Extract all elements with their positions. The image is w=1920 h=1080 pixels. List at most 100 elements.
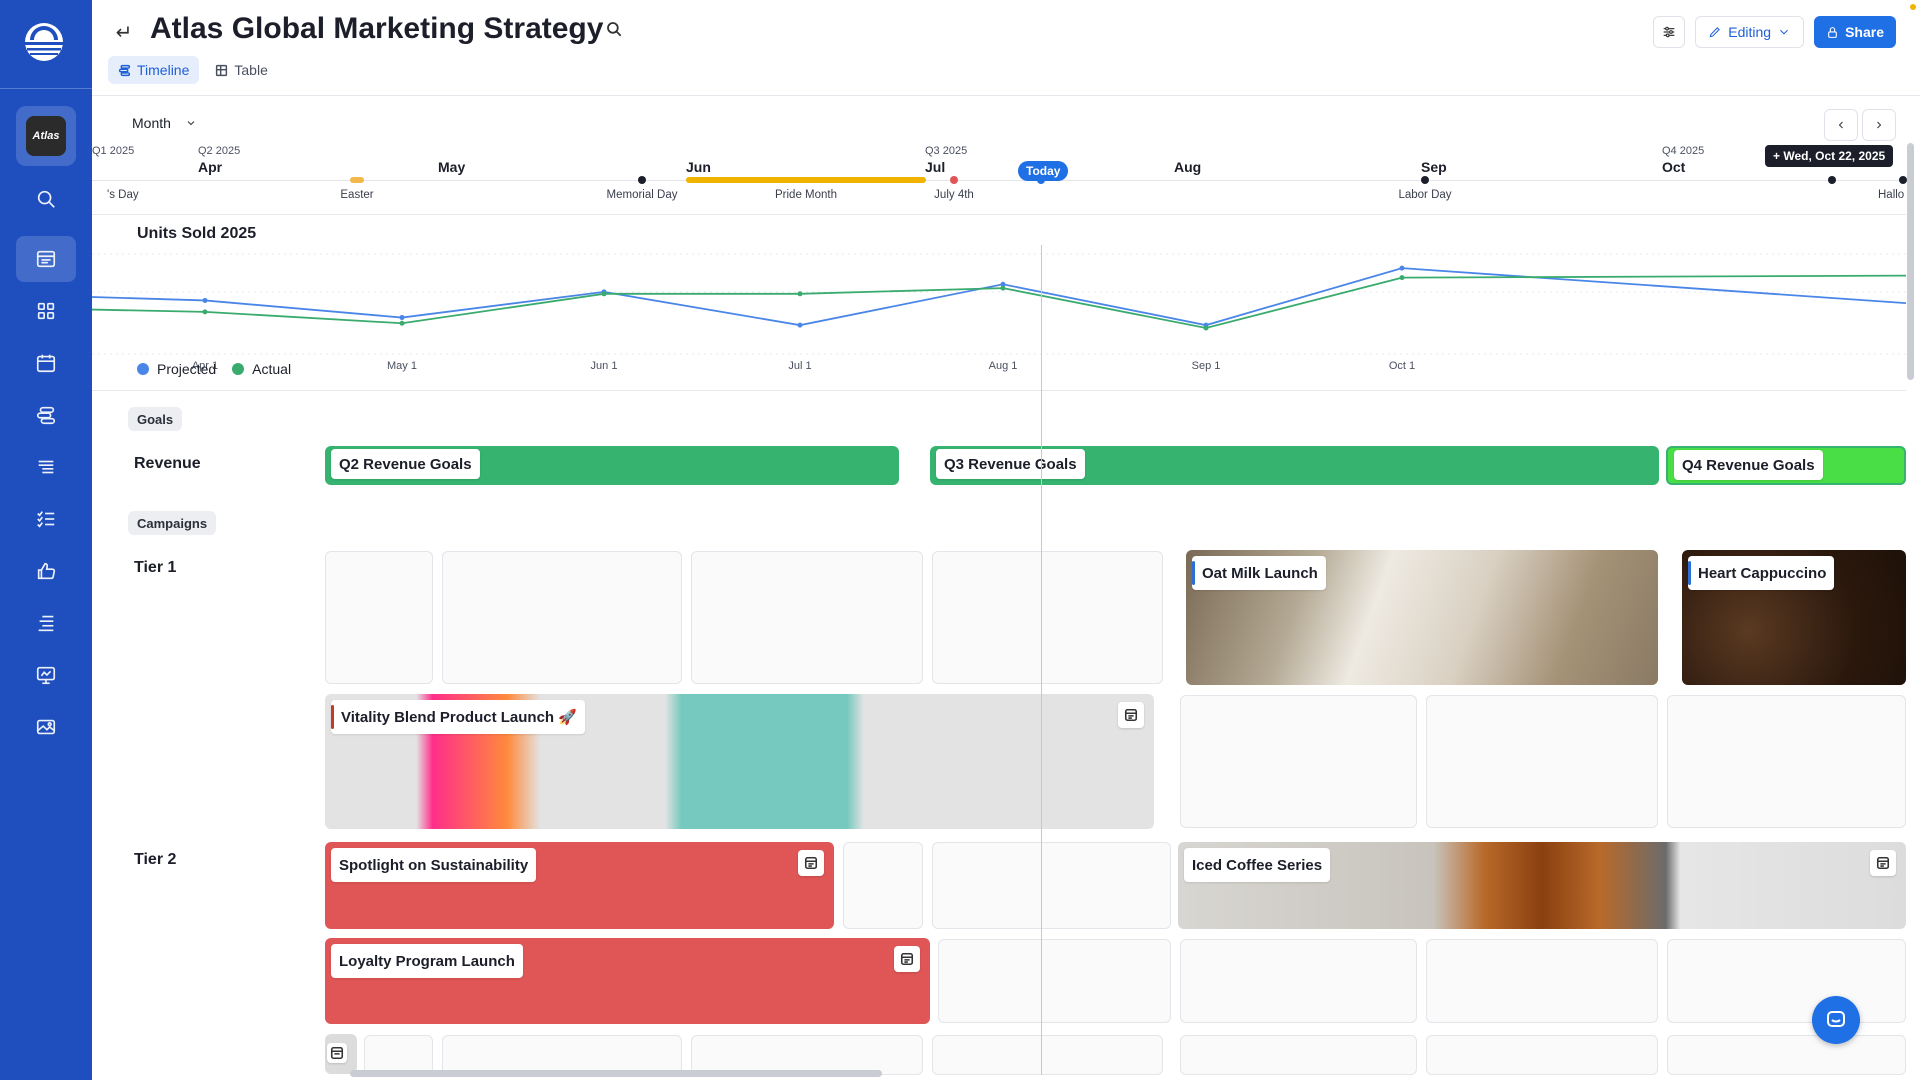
campaign-card[interactable]: Oat Milk Launch bbox=[1186, 550, 1658, 685]
chevron-down-icon bbox=[1780, 29, 1788, 35]
empty-slot[interactable] bbox=[1180, 1035, 1417, 1075]
month-label: Aug bbox=[1174, 159, 1202, 175]
card-details-icon[interactable] bbox=[1870, 850, 1896, 876]
pride-month-event-bar[interactable] bbox=[686, 177, 926, 183]
data-point-actual[interactable] bbox=[601, 291, 607, 297]
list-nav-icon[interactable] bbox=[16, 444, 76, 490]
campaign-card[interactable]: Iced Coffee Series bbox=[1178, 842, 1906, 929]
month-label: Sep bbox=[1421, 159, 1447, 175]
empty-slot[interactable] bbox=[1426, 939, 1658, 1023]
goal-bar[interactable]: Q4 Revenue Goals bbox=[1666, 446, 1906, 485]
tab-table-label: Table bbox=[234, 62, 268, 78]
empty-slot[interactable] bbox=[932, 551, 1163, 684]
today-marker[interactable]: Today bbox=[1018, 161, 1069, 181]
halloween-dot[interactable] bbox=[1899, 176, 1907, 184]
labor-day-dot[interactable] bbox=[1421, 176, 1429, 184]
data-point-actual[interactable] bbox=[399, 320, 405, 326]
memorial-day-dot[interactable] bbox=[638, 176, 646, 184]
legend-swatch bbox=[232, 363, 245, 375]
gallery-nav-icon[interactable] bbox=[16, 704, 76, 750]
card-details-icon[interactable] bbox=[1118, 702, 1144, 728]
zoom-dropdown[interactable]: Month bbox=[132, 115, 197, 131]
month-label: Oct bbox=[1662, 159, 1686, 175]
campaign-card[interactable]: Spotlight on Sustainability bbox=[325, 842, 834, 929]
event-label: Pride Month bbox=[774, 189, 838, 201]
empty-slot[interactable] bbox=[1667, 695, 1906, 828]
empty-slot[interactable] bbox=[932, 842, 1171, 929]
empty-slot[interactable] bbox=[1667, 939, 1906, 1023]
empty-slot[interactable] bbox=[1426, 695, 1658, 828]
today-line bbox=[1041, 245, 1042, 1075]
empty-slot[interactable] bbox=[1426, 1035, 1658, 1075]
support-chat-button[interactable] bbox=[1812, 996, 1860, 1044]
next-period-button[interactable] bbox=[1862, 109, 1896, 141]
goal-bar[interactable]: Q3 Revenue Goals bbox=[930, 446, 1659, 485]
data-point-actual[interactable] bbox=[797, 291, 803, 297]
empty-slot[interactable] bbox=[1180, 939, 1417, 1023]
row-label-tier-2: Tier 2 bbox=[134, 851, 177, 868]
data-point-projected[interactable] bbox=[1399, 265, 1405, 271]
empty-slot[interactable] bbox=[938, 939, 1171, 1023]
empty-slot[interactable] bbox=[325, 551, 433, 684]
calendar-nav-icon[interactable] bbox=[16, 340, 76, 386]
campaign-card[interactable]: Loyalty Program Launch bbox=[325, 938, 930, 1024]
zoom-label: Month bbox=[132, 115, 171, 131]
app-logo[interactable] bbox=[22, 20, 66, 64]
title-search-icon[interactable] bbox=[605, 20, 627, 42]
align-nav-icon[interactable] bbox=[16, 600, 76, 646]
search-nav-icon[interactable] bbox=[16, 176, 76, 222]
campaign-title: Vitality Blend Product Launch 🚀 bbox=[331, 700, 585, 734]
chart-divider bbox=[92, 390, 1906, 391]
empty-slot[interactable] bbox=[691, 551, 923, 684]
empty-slot[interactable] bbox=[1667, 1035, 1906, 1075]
vertical-scrollbar[interactable] bbox=[1907, 143, 1914, 380]
empty-slot[interactable] bbox=[442, 1035, 682, 1075]
quarter-label: Q3 2025 bbox=[925, 145, 968, 157]
editing-mode-dropdown[interactable]: Editing bbox=[1695, 16, 1805, 48]
presentation-nav-icon[interactable] bbox=[16, 652, 76, 698]
empty-slot[interactable] bbox=[364, 1035, 433, 1075]
tab-timeline[interactable]: Timeline bbox=[108, 56, 200, 84]
timeline-nav-icon[interactable] bbox=[16, 392, 76, 438]
legend-item-projected[interactable]: Projected bbox=[137, 361, 216, 377]
filter-settings-button[interactable] bbox=[1653, 16, 1686, 48]
planner-nav-icon[interactable] bbox=[16, 236, 76, 282]
card-details-icon[interactable] bbox=[327, 1043, 347, 1063]
hover-date-tooltip: + Wed, Oct 22, 2025 bbox=[1765, 145, 1894, 167]
goal-bar[interactable]: Q2 Revenue Goals bbox=[325, 446, 899, 485]
data-point-projected[interactable] bbox=[399, 315, 405, 321]
row-label-revenue: Revenue bbox=[134, 455, 201, 472]
thumbs-up-nav-icon[interactable] bbox=[16, 548, 76, 594]
campaign-card[interactable] bbox=[325, 1034, 357, 1074]
workspace-switcher[interactable]: Atlas bbox=[16, 106, 76, 166]
event-label: Memorial Day bbox=[606, 189, 678, 201]
data-point-actual[interactable] bbox=[1000, 285, 1006, 291]
campaign-card[interactable]: Heart Cappuccino bbox=[1682, 550, 1906, 685]
easter-event-bar[interactable] bbox=[350, 177, 364, 183]
checklist-nav-icon[interactable] bbox=[16, 496, 76, 542]
data-point-actual[interactable] bbox=[1203, 325, 1209, 331]
x-tick-label: May 1 bbox=[387, 360, 417, 372]
campaign-card[interactable]: Vitality Blend Product Launch 🚀 bbox=[325, 694, 1154, 829]
empty-slot[interactable] bbox=[1180, 695, 1417, 828]
card-details-icon[interactable] bbox=[798, 850, 824, 876]
timeline-ruler: Q1 2025 Q2 2025 Q3 2025 Q4 2025 Apr May … bbox=[92, 145, 1907, 215]
data-point-actual[interactable] bbox=[202, 309, 208, 315]
empty-slot[interactable] bbox=[843, 842, 923, 929]
legend-item-actual[interactable]: Actual bbox=[232, 361, 291, 377]
data-point-projected[interactable] bbox=[202, 297, 208, 303]
grid-nav-icon[interactable] bbox=[16, 288, 76, 334]
data-point-actual[interactable] bbox=[1399, 275, 1405, 281]
horizontal-scrollbar[interactable] bbox=[350, 1070, 882, 1077]
tab-table[interactable]: Table bbox=[205, 56, 277, 84]
data-point-projected[interactable] bbox=[797, 322, 803, 328]
empty-slot[interactable] bbox=[691, 1035, 923, 1075]
empty-slot[interactable] bbox=[932, 1035, 1163, 1075]
july-4th-dot[interactable] bbox=[950, 176, 958, 184]
card-details-icon[interactable] bbox=[894, 946, 920, 972]
empty-slot[interactable] bbox=[442, 551, 682, 684]
back-arrow-icon[interactable]: ↵ bbox=[112, 20, 136, 44]
share-button[interactable]: Share bbox=[1814, 16, 1896, 48]
previous-period-button[interactable] bbox=[1824, 109, 1858, 141]
hover-marker-dot[interactable] bbox=[1828, 176, 1836, 184]
